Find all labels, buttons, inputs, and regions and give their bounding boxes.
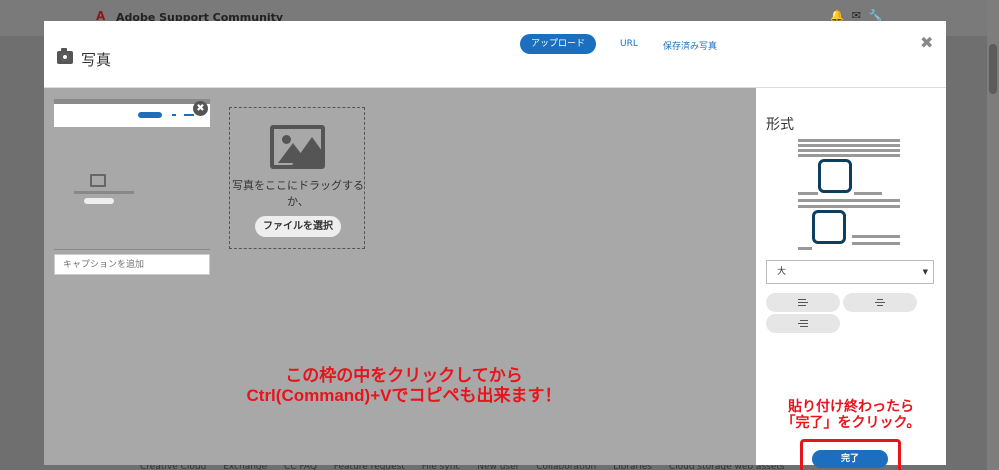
caption-input[interactable] [54,254,210,275]
close-icon[interactable]: ✖ [920,33,933,52]
thumbnail-preview-text [74,191,134,194]
format-sidebar: 形式 大 ▼ 貼り付け終わったら 「完了」をクリック。 完了 [756,88,946,470]
align-center-button[interactable] [843,293,917,312]
chevron-down-icon: ▼ [922,268,928,276]
thumbnail-preview-pill [138,112,162,118]
size-select[interactable]: 大 ▼ [766,260,934,284]
drop-zone[interactable]: 写真をここにドラッグするか、 ファイルを選択 [229,107,365,249]
done-button[interactable]: 完了 [812,450,888,468]
camera-icon [57,48,73,64]
layout-preview [796,139,906,254]
annotation-paste-hint: この枠の中をクリックしてから Ctrl(Command)+Vでコピペも出来ます！ [204,366,604,406]
tab-url[interactable]: URL [620,39,638,49]
upload-area[interactable]: ✖ 写真をここにドラッグするか、 ファイルを選択 この枠の中をクリックしてから … [44,88,756,465]
scrollbar-thumb[interactable] [989,44,997,94]
annotation-line: 「完了」をクリック。 [781,414,921,430]
align-left-icon [798,299,808,307]
annotation-line: 貼り付け終わったら [788,398,914,414]
uploaded-thumbnail[interactable]: ✖ [54,99,210,249]
align-left-button[interactable] [766,293,840,312]
page-scrollbar[interactable] [987,0,999,470]
choose-file-button[interactable]: ファイルを選択 [255,216,341,237]
remove-thumbnail-icon[interactable]: ✖ [193,101,208,116]
thumbnail-preview-link [172,114,176,116]
align-right-icon [798,320,808,328]
layout-frame-icon [818,159,852,193]
annotation-line: この枠の中をクリックしてから [285,366,523,385]
drop-zone-text: 写真をここにドラッグするか、 [232,179,364,208]
image-icon [270,125,325,169]
thumbnail-preview-button [84,198,114,204]
thumbnail-preview-link [184,114,194,116]
tab-upload[interactable]: アップロード [520,34,596,54]
annotation-done-hint: 貼り付け終わったら 「完了」をクリック。 [758,398,944,430]
modal-header: 写真 アップロード URL 保存済み写真 ✖ [44,21,946,88]
thumbnail-image-icon [90,174,106,187]
thumbnail-preview-header [54,99,210,127]
align-right-button[interactable] [766,314,840,333]
modal-title: 写真 [81,51,112,69]
photo-modal: 写真 アップロード URL 保存済み写真 ✖ ✖ 写真をここにドラッグするか、 … [44,21,946,470]
annotation-line: Ctrl(Command)+Vでコピペも出来ます！ [246,386,562,405]
thumbnail-divider [54,249,210,250]
align-center-icon [875,299,885,307]
tab-saved-photos[interactable]: 保存済み写真 [663,39,717,52]
format-title: 形式 [766,117,794,133]
adobe-logo-icon: A [96,9,106,23]
layout-frame-icon [812,210,846,244]
size-select-value: 大 [777,267,787,277]
